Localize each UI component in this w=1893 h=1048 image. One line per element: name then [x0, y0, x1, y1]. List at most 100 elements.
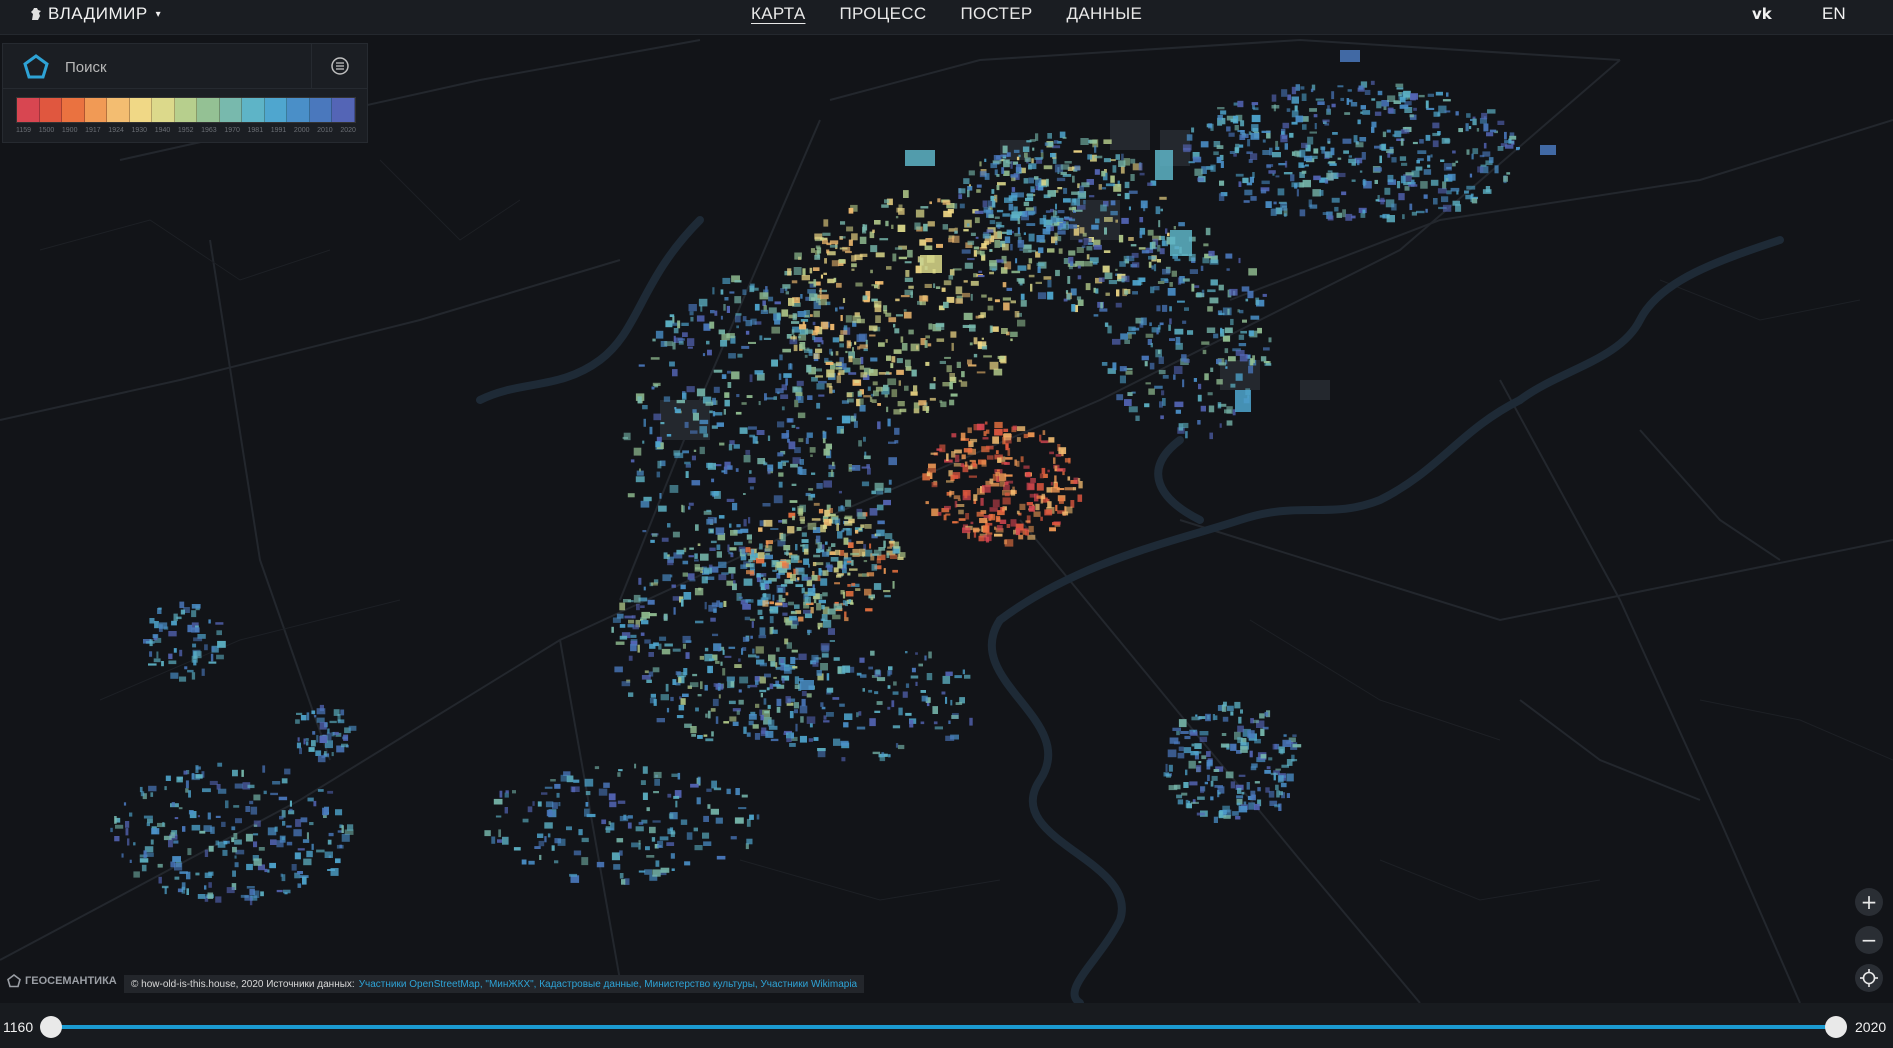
building[interactable] — [813, 353, 820, 359]
building[interactable] — [544, 786, 553, 789]
building[interactable] — [989, 361, 999, 370]
building[interactable] — [936, 338, 945, 342]
building[interactable] — [158, 607, 162, 610]
building[interactable] — [1281, 89, 1288, 97]
building[interactable] — [915, 209, 925, 218]
building[interactable] — [995, 515, 1001, 523]
building[interactable] — [1027, 534, 1036, 540]
building[interactable] — [1540, 145, 1556, 155]
building[interactable] — [995, 221, 1002, 227]
building[interactable] — [958, 518, 966, 521]
building[interactable] — [949, 269, 955, 276]
building[interactable] — [1174, 328, 1184, 335]
building[interactable] — [1396, 181, 1401, 189]
building[interactable] — [314, 715, 317, 718]
building[interactable] — [1006, 229, 1012, 235]
building[interactable] — [870, 269, 873, 274]
building[interactable] — [946, 480, 954, 483]
building[interactable] — [1047, 291, 1054, 300]
building[interactable] — [1330, 147, 1335, 156]
building[interactable] — [815, 535, 821, 544]
building[interactable] — [1167, 288, 1176, 296]
building[interactable] — [1143, 204, 1146, 212]
building[interactable] — [1387, 107, 1394, 114]
building[interactable] — [1010, 331, 1018, 337]
building[interactable] — [347, 824, 354, 831]
building[interactable] — [914, 222, 921, 230]
building[interactable] — [1077, 275, 1082, 280]
building[interactable] — [704, 601, 707, 610]
building[interactable] — [270, 839, 277, 845]
building[interactable] — [729, 440, 735, 445]
building[interactable] — [810, 454, 813, 457]
legend-swatch[interactable] — [242, 98, 265, 122]
building[interactable] — [1238, 334, 1245, 340]
building[interactable] — [1386, 149, 1394, 153]
building[interactable] — [208, 619, 211, 624]
building[interactable] — [680, 698, 686, 705]
building[interactable] — [1173, 226, 1176, 230]
building[interactable] — [823, 219, 829, 227]
building[interactable] — [832, 337, 840, 343]
building[interactable] — [341, 743, 348, 748]
building[interactable] — [838, 259, 845, 264]
building[interactable] — [1077, 204, 1086, 210]
building[interactable] — [311, 740, 316, 747]
building[interactable] — [1472, 148, 1479, 155]
building[interactable] — [744, 616, 751, 621]
building[interactable] — [710, 491, 720, 496]
building[interactable] — [685, 640, 692, 643]
building[interactable] — [690, 316, 694, 322]
building[interactable] — [697, 694, 702, 697]
building[interactable] — [1251, 124, 1259, 131]
building[interactable] — [123, 802, 127, 806]
building[interactable] — [617, 800, 626, 804]
building[interactable] — [876, 504, 884, 511]
building[interactable] — [843, 722, 849, 728]
building[interactable] — [818, 394, 825, 397]
building[interactable] — [1124, 290, 1129, 295]
building[interactable] — [581, 857, 589, 866]
building[interactable] — [1052, 522, 1060, 526]
building[interactable] — [1025, 529, 1029, 536]
building[interactable] — [328, 832, 334, 837]
building[interactable] — [734, 541, 743, 546]
building[interactable] — [939, 360, 946, 364]
building[interactable] — [1078, 481, 1083, 489]
building[interactable] — [1237, 788, 1242, 794]
building[interactable] — [1168, 324, 1171, 331]
building[interactable] — [324, 851, 333, 859]
building[interactable] — [888, 670, 893, 675]
building[interactable] — [820, 274, 823, 279]
building[interactable] — [1442, 99, 1451, 102]
building[interactable] — [801, 587, 805, 594]
building[interactable] — [845, 315, 852, 323]
building[interactable] — [191, 627, 200, 633]
building[interactable] — [883, 568, 886, 574]
building[interactable] — [1130, 158, 1136, 164]
building[interactable] — [895, 298, 900, 302]
building[interactable] — [811, 574, 818, 581]
building[interactable] — [297, 737, 300, 742]
building[interactable] — [1155, 349, 1162, 358]
building[interactable] — [954, 230, 958, 234]
building[interactable] — [994, 526, 997, 530]
building[interactable] — [800, 544, 805, 547]
building[interactable] — [799, 735, 807, 743]
building[interactable] — [133, 842, 136, 846]
building[interactable] — [811, 518, 821, 521]
building[interactable] — [703, 433, 709, 438]
building[interactable] — [1292, 734, 1297, 737]
building[interactable] — [1253, 719, 1259, 724]
building[interactable] — [997, 182, 1006, 186]
building[interactable] — [782, 598, 786, 602]
building[interactable] — [1117, 193, 1121, 196]
building[interactable] — [1003, 428, 1009, 432]
building[interactable] — [797, 412, 806, 419]
building[interactable] — [895, 743, 899, 748]
building[interactable] — [1178, 222, 1185, 227]
building[interactable] — [125, 828, 129, 836]
building[interactable] — [903, 190, 909, 198]
building[interactable] — [873, 549, 882, 556]
building[interactable] — [1071, 198, 1080, 206]
